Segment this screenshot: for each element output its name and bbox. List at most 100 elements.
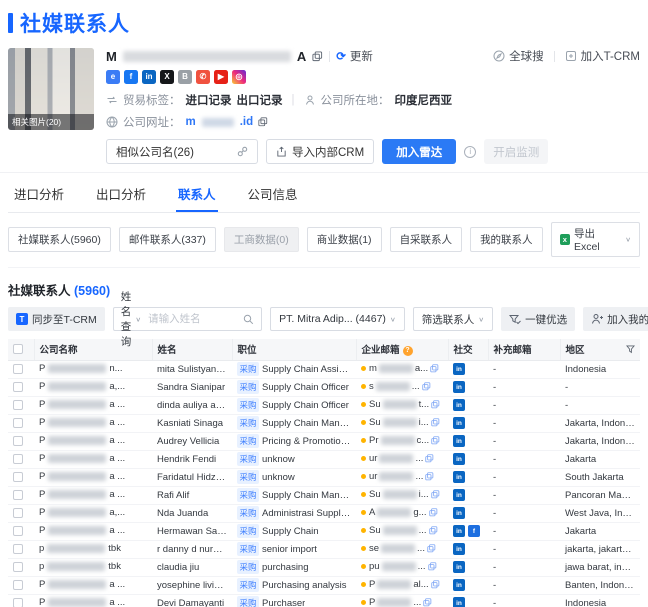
- linkedin-icon[interactable]: in: [453, 525, 465, 537]
- blog-icon[interactable]: B: [178, 70, 192, 84]
- row-checkbox[interactable]: [13, 453, 23, 464]
- position-tag: 采购: [237, 560, 260, 574]
- linkedin-icon[interactable]: in: [453, 561, 465, 573]
- row-checkbox[interactable]: [13, 489, 23, 500]
- select-all-checkbox[interactable]: [13, 344, 23, 355]
- linkedin-icon[interactable]: in: [453, 417, 465, 429]
- row-checkbox[interactable]: [13, 417, 23, 428]
- source-button-2[interactable]: 工商数据(0): [223, 227, 299, 252]
- linkedin-icon[interactable]: in: [453, 381, 465, 393]
- row-checkbox[interactable]: [13, 471, 23, 482]
- copy-icon[interactable]: [430, 580, 440, 589]
- copy-icon[interactable]: [430, 490, 440, 499]
- instagram-icon[interactable]: ◎: [232, 70, 246, 84]
- facebook-icon[interactable]: f: [124, 70, 138, 84]
- copy-icon[interactable]: [427, 562, 437, 571]
- linkedin-icon[interactable]: in: [453, 597, 465, 607]
- page-title: 社媒联系人: [20, 13, 130, 36]
- tab-2[interactable]: 联系人: [176, 175, 218, 212]
- global-search-link[interactable]: 全球搜: [493, 48, 544, 64]
- info-icon[interactable]: i: [464, 145, 477, 158]
- export-excel-button[interactable]: x 导出 Excel ∨: [550, 222, 640, 257]
- similar-companies-button[interactable]: 相似公司名(26): [106, 139, 258, 164]
- linkedin-icon[interactable]: in: [453, 507, 465, 519]
- facebook-icon[interactable]: f: [468, 525, 480, 537]
- copy-icon[interactable]: [427, 544, 436, 553]
- phone-icon[interactable]: ✆: [196, 70, 210, 84]
- copy-icon[interactable]: [430, 364, 439, 373]
- linkedin-icon[interactable]: in: [453, 453, 465, 465]
- copy-icon[interactable]: [428, 526, 438, 535]
- company-filter-select[interactable]: PT. Mitra Adip... (4467) ∨: [270, 307, 405, 331]
- col-social[interactable]: 社交: [447, 339, 488, 361]
- add-radar-button[interactable]: 加入雷达: [382, 139, 457, 164]
- sync-tcrm-button[interactable]: T 同步至T-CRM: [8, 307, 105, 331]
- source-button-1[interactable]: 邮件联系人(337): [118, 227, 216, 252]
- linkedin-icon[interactable]: in: [453, 489, 465, 501]
- blurred-email: [375, 382, 410, 392]
- copy-icon[interactable]: [425, 454, 434, 463]
- related-photos-label[interactable]: 相关图片(20): [8, 114, 94, 130]
- email-help-icon[interactable]: ?: [402, 345, 413, 356]
- col-extra-email[interactable]: 补充邮箱: [487, 339, 560, 361]
- tab-3[interactable]: 公司信息: [246, 175, 300, 212]
- tab-1[interactable]: 出口分析: [94, 175, 148, 212]
- copy-icon[interactable]: [428, 508, 438, 517]
- youtube-icon[interactable]: ▶: [214, 70, 228, 84]
- linkedin-icon[interactable]: in: [453, 543, 465, 555]
- row-checkbox[interactable]: [13, 525, 23, 536]
- col-position[interactable]: 职位: [231, 339, 356, 361]
- linkedin-icon[interactable]: in: [142, 70, 156, 84]
- copy-icon[interactable]: [258, 117, 268, 127]
- linkedin-icon[interactable]: in: [453, 399, 465, 411]
- search-button[interactable]: [236, 314, 261, 325]
- copy-icon[interactable]: [312, 50, 323, 62]
- company-photo[interactable]: 相关图片(20): [8, 48, 94, 130]
- one-click-optimize-button[interactable]: 一键优选: [501, 307, 576, 331]
- copy-icon[interactable]: [431, 400, 440, 409]
- trade-tag-export[interactable]: 出口记录: [237, 92, 283, 108]
- x-icon[interactable]: X: [160, 70, 174, 84]
- source-button-4[interactable]: 自采联系人: [389, 227, 463, 252]
- row-checkbox[interactable]: [13, 507, 23, 518]
- row-checkbox[interactable]: [13, 597, 23, 607]
- linkedin-icon[interactable]: in: [453, 579, 465, 591]
- row-checkbox[interactable]: [13, 561, 23, 572]
- trade-tag-import[interactable]: 进口记录: [186, 92, 232, 108]
- linkedin-icon[interactable]: in: [453, 435, 465, 447]
- add-my-contacts-button[interactable]: 加入我的联系人: [583, 307, 648, 331]
- row-checkbox[interactable]: [13, 543, 23, 554]
- row-checkbox[interactable]: [13, 399, 23, 410]
- source-button-5[interactable]: 我的联系人: [470, 227, 543, 252]
- row-checkbox[interactable]: [13, 363, 23, 374]
- row-checkbox[interactable]: [13, 381, 23, 392]
- copy-icon[interactable]: [423, 598, 432, 607]
- website-suffix[interactable]: .id: [240, 116, 253, 128]
- refresh-button[interactable]: ⟳ 更新: [336, 48, 373, 64]
- row-checkbox[interactable]: [13, 579, 23, 590]
- source-button-0[interactable]: 社媒联系人(5960): [8, 227, 111, 252]
- copy-icon[interactable]: [430, 418, 440, 427]
- row-checkbox[interactable]: [13, 435, 23, 446]
- filter-contacts-select[interactable]: 筛选联系人 ∨: [412, 307, 494, 331]
- website-prefix[interactable]: m: [186, 116, 196, 128]
- copy-icon[interactable]: [425, 472, 434, 481]
- filter-funnel-icon[interactable]: [626, 345, 635, 354]
- col-name[interactable]: 姓名: [151, 339, 232, 361]
- monitor-button[interactable]: 开启监测: [484, 139, 549, 164]
- copy-icon[interactable]: [422, 382, 431, 391]
- top-actions: 全球搜 加入T-CRM: [493, 48, 640, 64]
- copy-icon[interactable]: [431, 436, 440, 445]
- name-search-input[interactable]: [148, 313, 237, 325]
- linkedin-icon[interactable]: in: [453, 363, 465, 375]
- linkedin-icon[interactable]: in: [453, 471, 465, 483]
- position: Supply Chain Management: [262, 417, 351, 429]
- source-button-3[interactable]: 商业数据(1): [306, 227, 382, 252]
- tab-0[interactable]: 进口分析: [12, 175, 66, 212]
- import-crm-button[interactable]: 导入内部CRM: [266, 139, 375, 164]
- col-region[interactable]: 地区: [559, 339, 640, 361]
- name-query-dropdown[interactable]: 姓名查询 ∨: [114, 289, 148, 349]
- website-icon[interactable]: e: [106, 70, 120, 84]
- col-email[interactable]: 企业邮箱?: [355, 339, 448, 361]
- join-tcrm-link[interactable]: 加入T-CRM: [565, 48, 640, 64]
